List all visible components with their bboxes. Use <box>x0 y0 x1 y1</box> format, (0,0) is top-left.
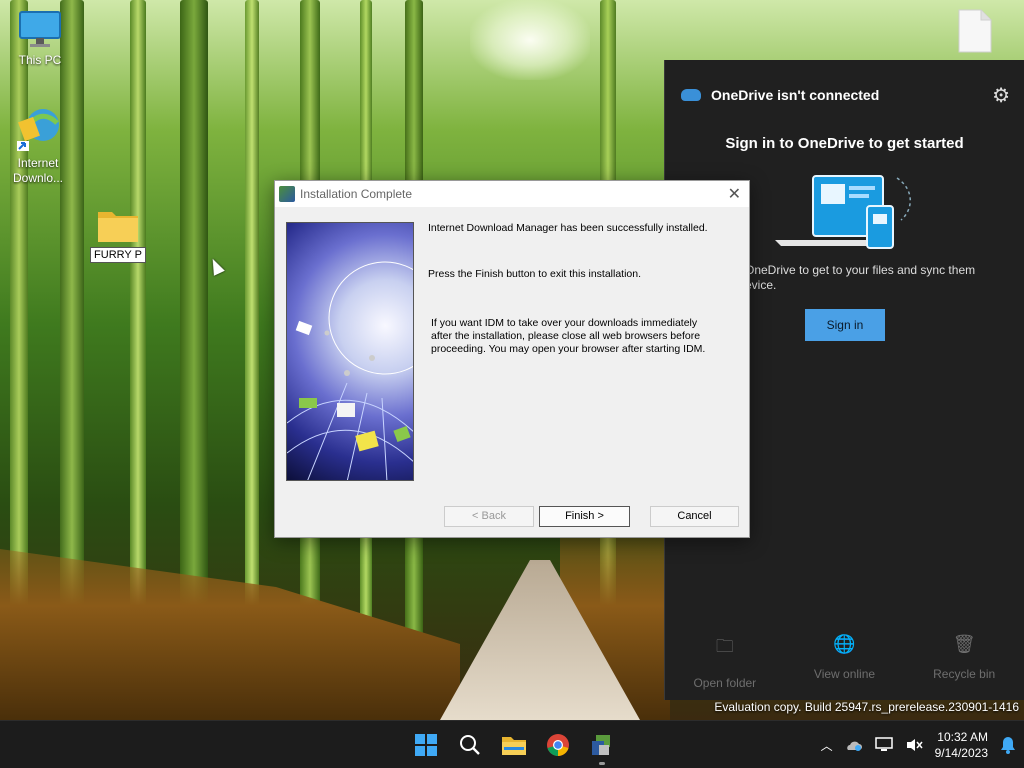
search-button[interactable] <box>452 729 488 761</box>
rename-input[interactable]: FURRY P <box>90 247 146 263</box>
dialog-title: Installation Complete <box>300 187 413 201</box>
running-indicator <box>599 762 605 765</box>
sign-in-button[interactable]: Sign in <box>805 309 885 341</box>
file-icon[interactable] <box>957 8 993 54</box>
chrome-button[interactable] <box>540 729 576 761</box>
back-button[interactable]: < Back <box>444 506 534 527</box>
clock-time: 10:32 AM <box>937 730 988 744</box>
network-icon[interactable] <box>874 737 893 753</box>
volume-muted-icon[interactable] <box>905 737 923 753</box>
taskbar-apps <box>408 729 620 765</box>
onedrive-heading: Sign in to OneDrive to get started <box>725 135 964 152</box>
cancel-button[interactable]: Cancel <box>650 506 739 527</box>
onedrive-laptop-phone-illustration <box>775 175 911 249</box>
clock-date: 9/14/2023 <box>934 746 988 760</box>
idm-desktop-icon[interactable]: Internet Downlo... <box>0 105 76 186</box>
notification-bell-icon[interactable] <box>1000 736 1016 754</box>
onedrive-header: OneDrive isn't connected ⚙ <box>681 83 1010 108</box>
view-online-label: View online <box>813 667 876 681</box>
folder-icon <box>98 212 138 242</box>
finish-button[interactable]: Finish > <box>539 506 630 527</box>
search-icon <box>460 735 480 755</box>
bamboo-stalk <box>180 0 208 640</box>
desktop-icon-label: This PC <box>18 53 62 67</box>
browser-note-line-2: after the installation, please close all… <box>431 330 701 342</box>
bamboo-stalk <box>60 0 84 640</box>
idm-installer-icon <box>592 735 610 755</box>
globe-network-graphic <box>287 261 413 480</box>
file-explorer-icon <box>502 737 526 755</box>
dialog-titlebar[interactable]: Installation Complete ✕ <box>275 181 749 207</box>
browser-note-line-1: If you want IDM to take over your downlo… <box>431 317 698 329</box>
installation-complete-dialog: Installation Complete ✕ Internet Downloa… <box>274 180 750 538</box>
idm-app-icon <box>279 186 295 202</box>
view-online-button[interactable]: 🌐 View online <box>794 620 894 700</box>
idm-installer-taskbar-button[interactable] <box>584 729 620 765</box>
start-icon <box>415 734 437 756</box>
trash-icon: 🗑 <box>952 634 976 654</box>
wallpaper-sky <box>470 0 590 80</box>
onedrive-cloud-icon <box>681 89 701 101</box>
bamboo-stalk <box>245 0 259 640</box>
open-folder-button[interactable]: 🗀 Open folder <box>675 620 775 700</box>
this-pc-desktop-icon[interactable]: This PC <box>2 10 78 68</box>
onedrive-title: OneDrive isn't connected <box>711 87 880 103</box>
bamboo-stalk <box>10 0 28 640</box>
onedrive-description: OneDrive to get to your files and sync t… <box>745 263 976 292</box>
file-explorer-button[interactable] <box>496 729 532 761</box>
system-tray: ︿ 10:32 AM 9/14/2023 <box>821 721 1016 768</box>
success-message: Internet Download Manager has been succe… <box>428 222 708 234</box>
idm-globe-icon <box>17 109 59 151</box>
open-folder-label: Open folder <box>693 676 757 690</box>
show-hidden-icons-chevron-icon[interactable]: ︿ <box>821 737 833 754</box>
recycle-bin-button[interactable]: 🗑 Recycle bin <box>914 620 1014 700</box>
browser-note-line-3: proceeding. You may open your browser af… <box>431 343 706 355</box>
onedrive-tray-icon[interactable] <box>845 738 863 752</box>
bamboo-stalk <box>130 0 146 640</box>
onedrive-footer-actions: 🗀 Open folder 🌐 View online 🗑 Recycle bi… <box>665 620 1024 700</box>
start-button[interactable] <box>408 729 444 761</box>
close-icon[interactable]: ✕ <box>728 184 741 204</box>
clock[interactable]: 10:32 AM 9/14/2023 <box>935 729 988 761</box>
desktop-icon-label: Internet Downlo... <box>12 156 64 185</box>
taskbar: ︿ 10:32 AM 9/14/2023 <box>0 720 1024 768</box>
settings-gear-icon[interactable]: ⚙ <box>992 83 1010 108</box>
globe-icon: 🌐 <box>833 634 856 654</box>
finish-instruction: Press the Finish button to exit this ins… <box>428 268 642 280</box>
recycle-bin-label: Recycle bin <box>933 667 996 681</box>
evaluation-watermark: Evaluation copy. Build 25947.rs_prerelea… <box>714 700 1019 714</box>
wallpaper-grass-left <box>0 549 460 720</box>
new-folder-desktop-icon[interactable]: FURRY P <box>80 206 156 263</box>
monitor-icon <box>19 11 61 47</box>
mouse-cursor-icon <box>207 256 225 276</box>
folder-icon: 🗀 <box>715 636 734 656</box>
chrome-icon <box>547 734 569 756</box>
idm-banner-image <box>286 222 414 481</box>
